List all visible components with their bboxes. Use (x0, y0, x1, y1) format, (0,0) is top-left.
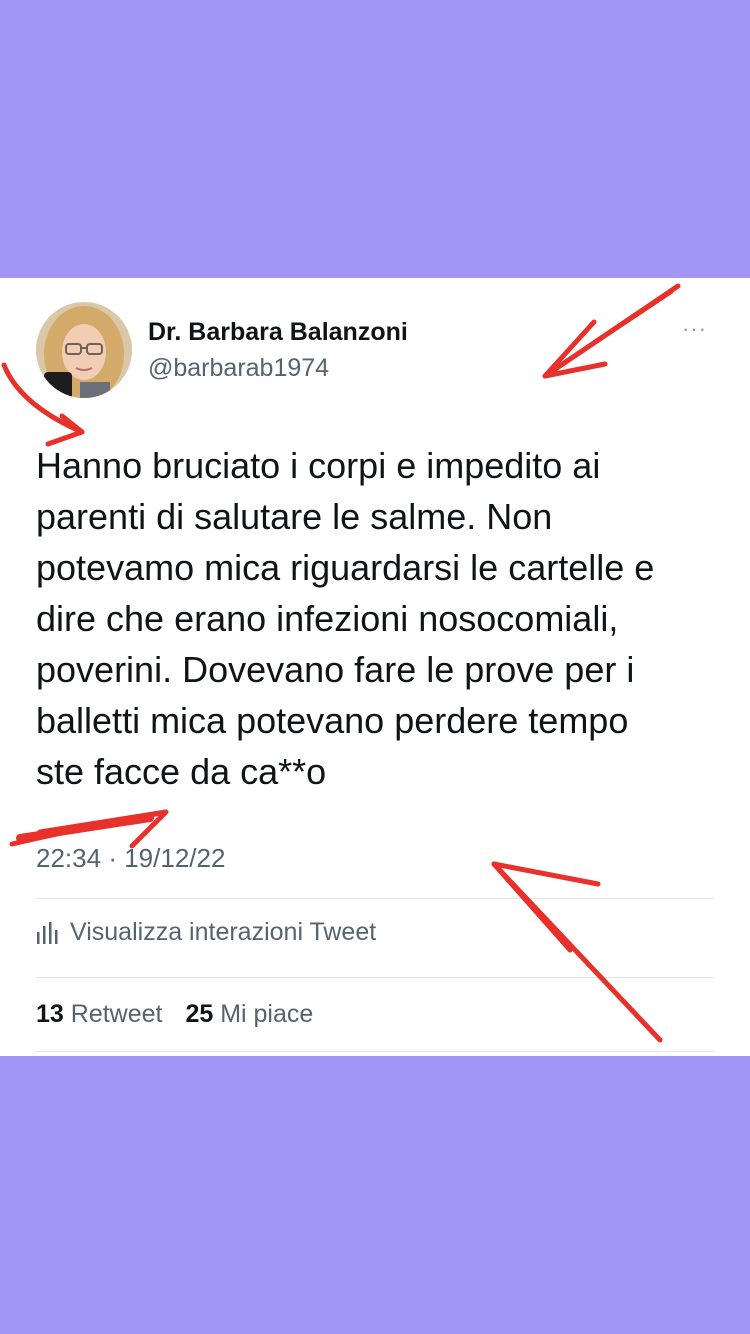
divider (36, 977, 714, 978)
tweet-text-line: potevamo mica riguardarsi le cartelle e (36, 547, 655, 588)
retweets-count: 13 (36, 1000, 64, 1028)
tweet-date: 19/12/22 (124, 843, 226, 873)
tweet-text-line: dire che erano infezioni nosocomiali, (36, 598, 619, 639)
time-separator: · (108, 843, 117, 873)
retweets-stat[interactable]: 13 Retweet (36, 1000, 162, 1028)
tweet-time: 22:34 (36, 843, 102, 873)
tweet-text: Hanno bruciato i corpi e impedito ai par… (36, 440, 726, 797)
tweet-timestamp[interactable]: 22:34 · 19/12/22 (36, 843, 225, 874)
tweet-text-line: Hanno bruciato i corpi e impedito ai (36, 445, 601, 486)
author-avatar[interactable] (36, 302, 132, 398)
analytics-label: Visualizza interazioni Tweet (70, 918, 377, 946)
divider (36, 898, 714, 899)
tweet-text-line: poverini. Dovevano fare le prove per i (36, 649, 635, 690)
author-name[interactable]: Dr. Barbara Balanzoni (148, 318, 408, 347)
view-analytics-link[interactable]: Visualizza interazioni Tweet (36, 918, 376, 947)
likes-count: 25 (185, 1000, 214, 1028)
likes-label: Mi piace (220, 1000, 314, 1028)
analytics-bars-icon (37, 921, 58, 944)
more-options-icon[interactable]: ··· (682, 316, 707, 342)
tweet-text-line: parenti di salutare le salme. Non (36, 496, 553, 537)
author-handle[interactable]: @barbarab1974 (148, 354, 329, 383)
tweet-text-line: balletti mica potevano perdere tempo (36, 700, 629, 741)
engagement-counts: 13 Retweet 25 Mi piace (36, 1000, 329, 1029)
retweets-label: Retweet (70, 1000, 163, 1028)
tweet-text-line: ste facce da ca**o (36, 751, 327, 792)
divider (36, 1051, 714, 1052)
likes-stat[interactable]: 25 Mi piace (185, 1000, 313, 1028)
